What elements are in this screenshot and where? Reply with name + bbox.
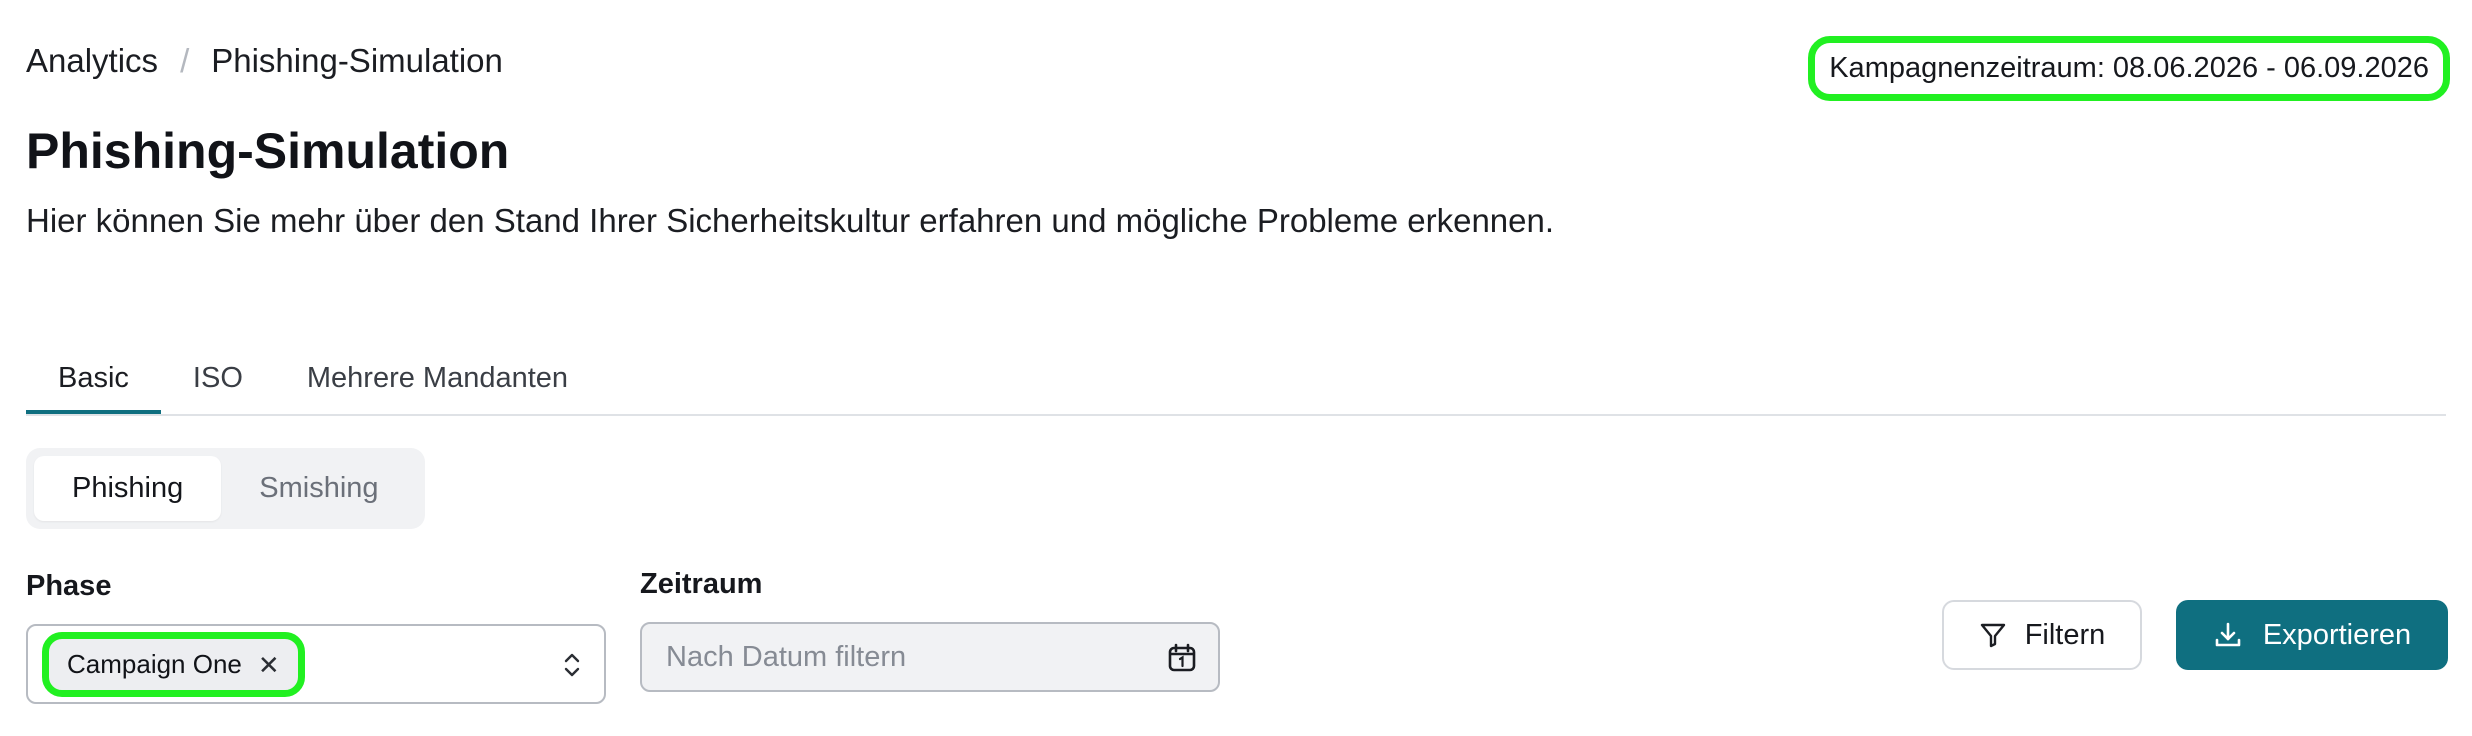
calendar-icon[interactable] bbox=[1166, 642, 1198, 674]
breadcrumb-item-analytics[interactable]: Analytics bbox=[26, 42, 158, 80]
date-range-placeholder: Nach Datum filtern bbox=[666, 640, 907, 673]
channel-smishing-button[interactable]: Smishing bbox=[221, 456, 416, 521]
tab-iso[interactable]: ISO bbox=[161, 348, 275, 414]
page-subtitle: Hier können Sie mehr über den Stand Ihre… bbox=[26, 202, 1555, 239]
export-button[interactable]: Exportieren bbox=[2176, 600, 2448, 670]
channel-phishing-button[interactable]: Phishing bbox=[34, 456, 222, 521]
download-icon bbox=[2215, 622, 2241, 647]
campaign-period-badge: Kampagnenzeitraum: 08.06.2026 - 06.09.20… bbox=[1808, 36, 2450, 101]
tab-mehrere-mandanten[interactable]: Mehrere Mandanten bbox=[275, 348, 600, 414]
tab-basic[interactable]: Basic bbox=[26, 348, 161, 414]
filter-button-label: Filtern bbox=[2024, 618, 2106, 651]
breadcrumb-item-current: Phishing-Simulation bbox=[211, 42, 503, 79]
date-range-input[interactable]: Nach Datum filtern bbox=[640, 622, 1220, 692]
phase-select[interactable]: Campaign One ✕ bbox=[26, 624, 606, 704]
export-button-label: Exportieren bbox=[2262, 618, 2412, 651]
phase-label: Phase bbox=[26, 570, 112, 602]
filter-icon bbox=[1980, 623, 2005, 648]
breadcrumb: Analytics / Phishing-Simulation bbox=[26, 42, 503, 80]
chevron-up-down-icon[interactable] bbox=[562, 650, 582, 680]
zeitraum-label: Zeitraum bbox=[640, 568, 763, 600]
breadcrumb-separator: / bbox=[180, 42, 190, 79]
phase-chip-label: Campaign One bbox=[67, 649, 242, 679]
channel-toggle: Phishing Smishing bbox=[26, 448, 425, 529]
page-title: Phishing-Simulation bbox=[26, 123, 510, 179]
phase-chip: Campaign One ✕ bbox=[42, 632, 305, 697]
tab-bar: Basic ISO Mehrere Mandanten bbox=[26, 348, 2446, 416]
close-icon[interactable]: ✕ bbox=[258, 652, 280, 678]
filter-button[interactable]: Filtern bbox=[1942, 600, 2142, 670]
